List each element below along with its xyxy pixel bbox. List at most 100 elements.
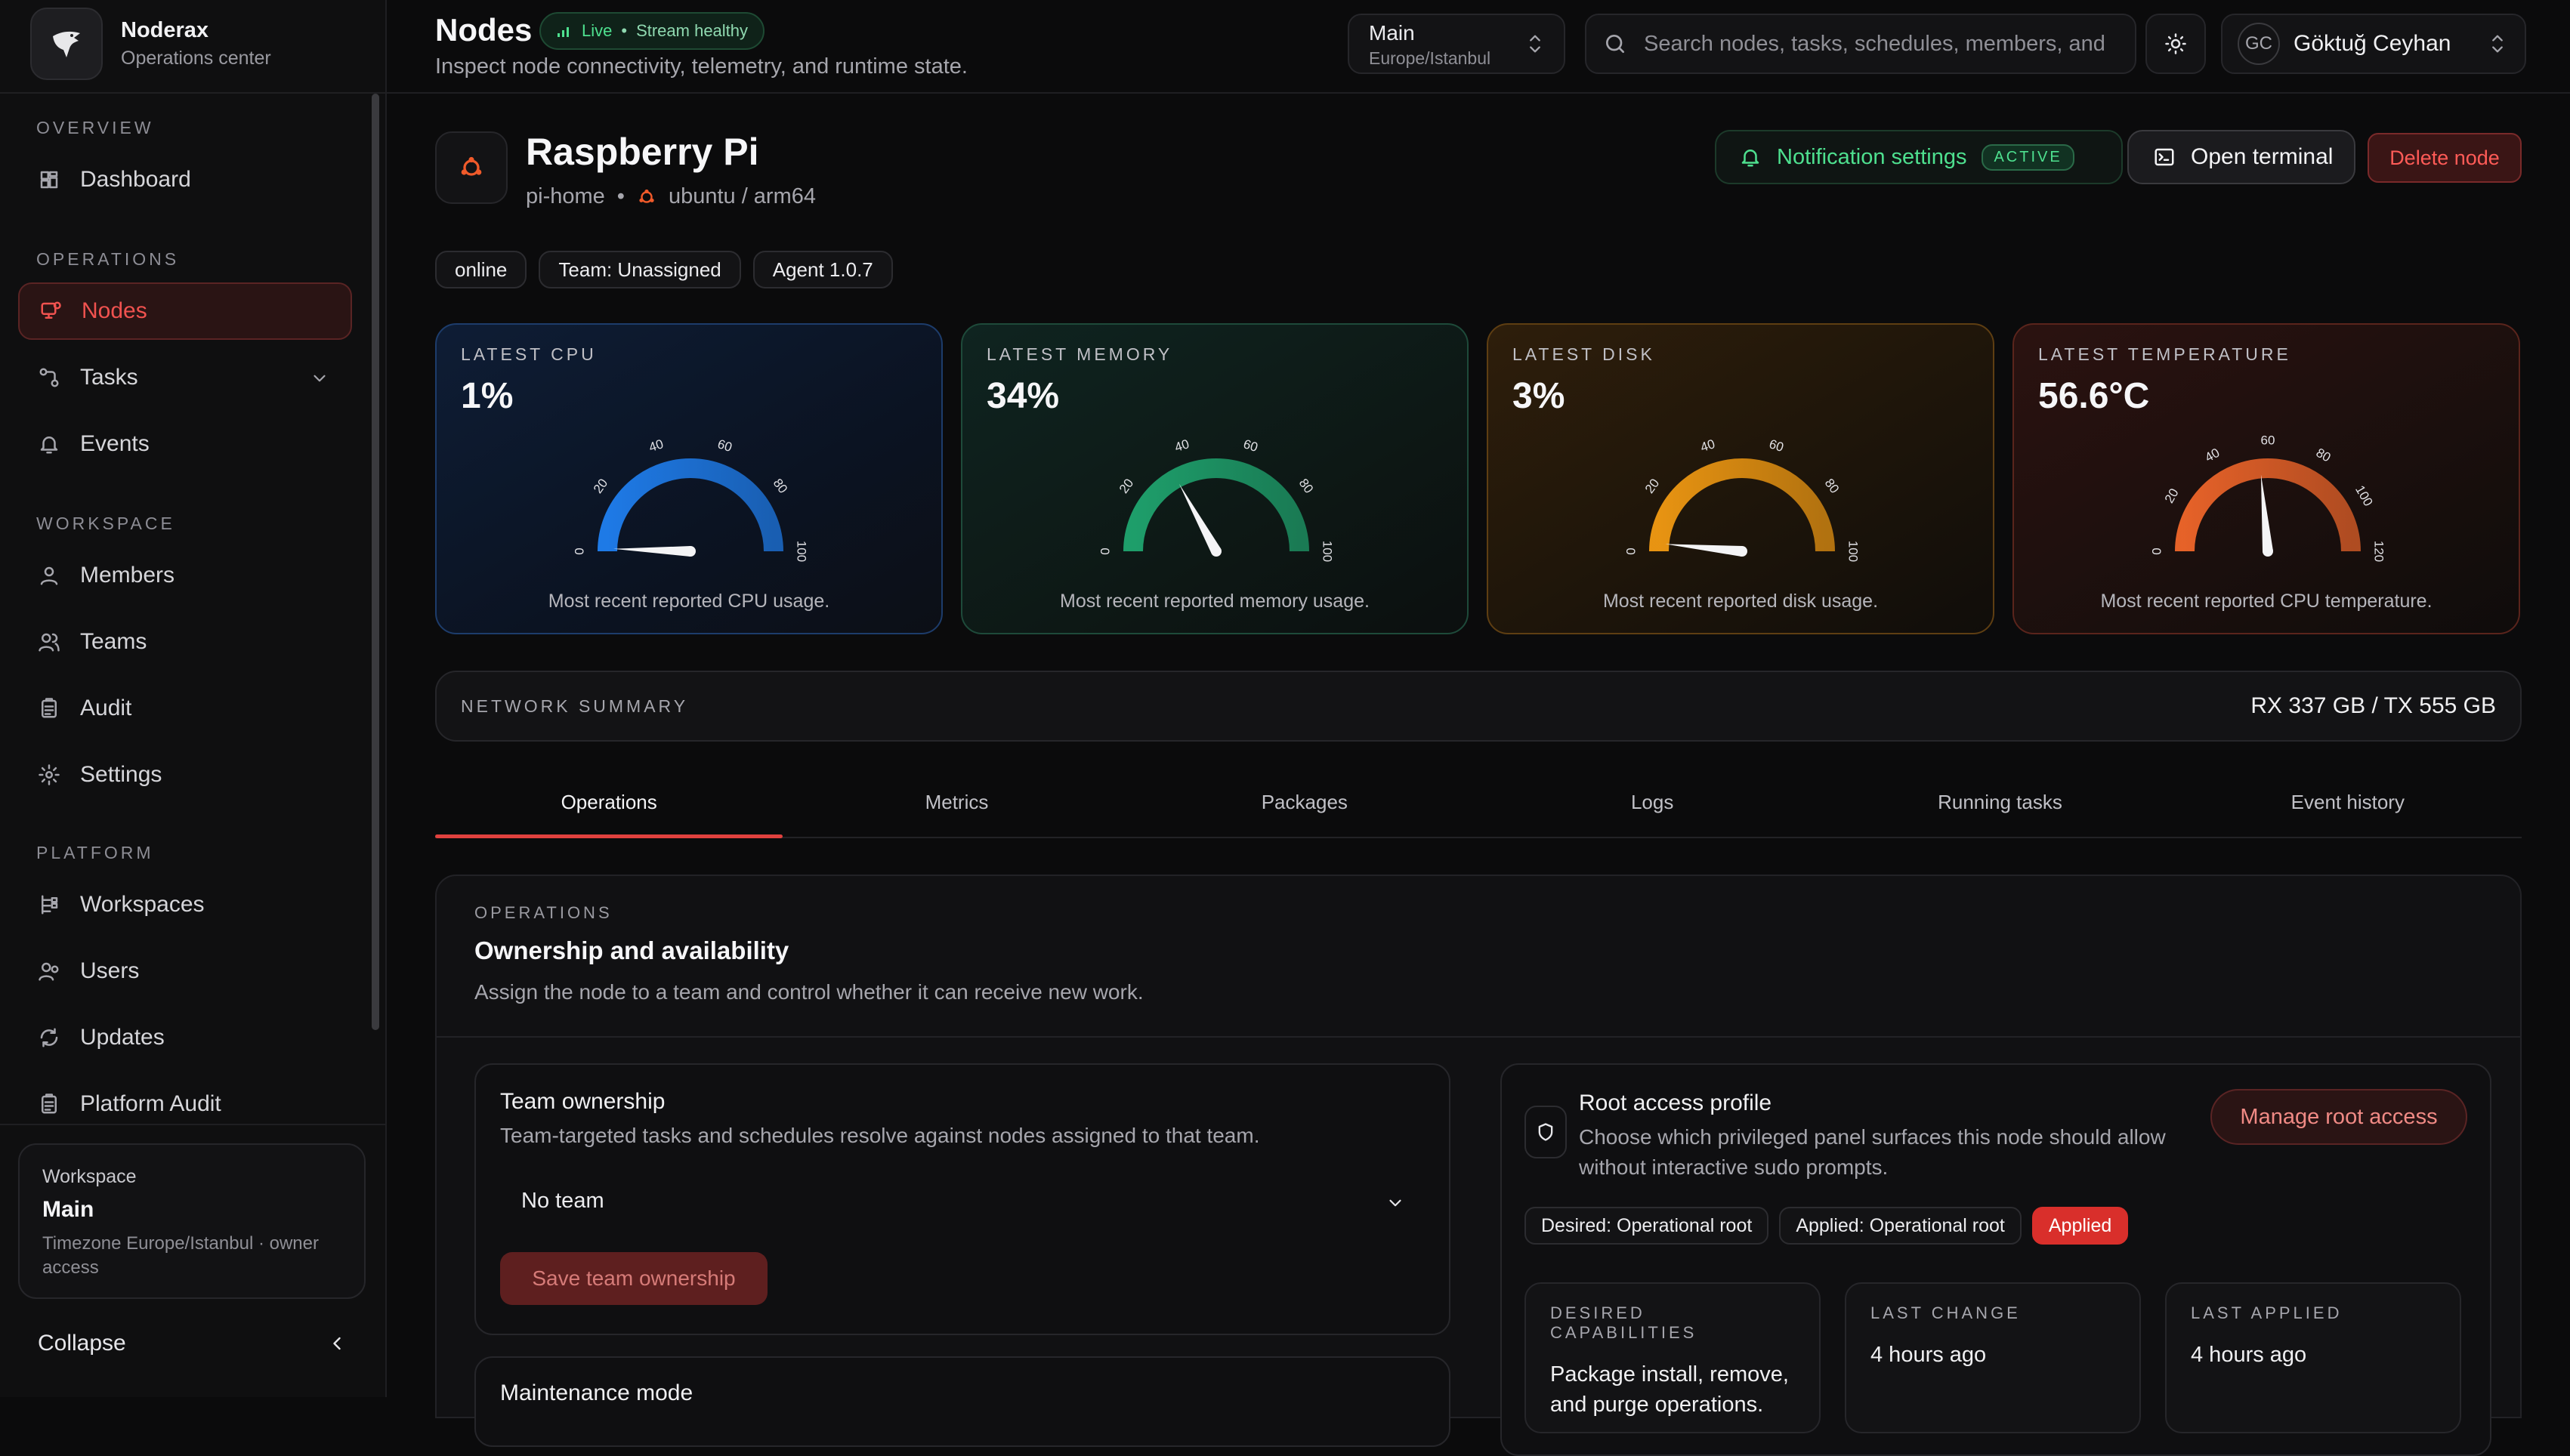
gauge-tick-label: 60 [1241, 436, 1259, 455]
gear-icon [39, 764, 60, 785]
divider [437, 1036, 2520, 1038]
sidebar-item-label: Workspaces [80, 892, 205, 917]
main-content: Raspberry Pi pi-home • ubuntu / arm64 No… [387, 95, 2570, 1456]
bell-icon [40, 436, 58, 454]
status-badge: ACTIVE [1982, 143, 2074, 171]
open-terminal-label: Open terminal [2191, 144, 2334, 169]
workspace-card[interactable]: Workspace Main Timezone Europe/Istanbul … [18, 1143, 366, 1299]
gauge-needle [2260, 474, 2273, 552]
metric-card-temperature: LATEST TEMPERATURE 56.6°C 0 20 40 60 80 100 12… [2012, 323, 2520, 634]
gauge-tick-label: 20 [1642, 476, 1662, 495]
team-select[interactable]: No team [500, 1174, 1428, 1228]
chevron-up-down-icon [2492, 35, 2503, 53]
nodes-icon [41, 301, 61, 319]
save-team-ownership-button[interactable]: Save team ownership [500, 1252, 768, 1305]
sidebar-item-label: Audit [80, 696, 132, 720]
sidebar-item-teams[interactable]: Teams [18, 613, 352, 671]
gauge-tick-label: 80 [2314, 446, 2334, 465]
search-input[interactable] [1644, 31, 2112, 57]
shield-icon [1524, 1106, 1567, 1158]
sidebar: Noderax Operations center OVERVIEW Dashb… [0, 0, 387, 1397]
status-badge: Applied [2031, 1207, 2129, 1245]
gauge-tick-label: 100 [1846, 541, 1861, 562]
sidebar-item-nodes[interactable]: Nodes [18, 282, 352, 340]
sidebar-item-events[interactable]: Events [18, 415, 352, 473]
gauge-tick-label: 60 [1767, 436, 1785, 455]
search-box[interactable] [1585, 14, 2136, 74]
temperature-gauge: 0 20 40 60 80 100 120 [2149, 433, 2386, 562]
gauge-hub [1211, 546, 1222, 557]
sidebar-item-label: Platform Audit [80, 1091, 221, 1116]
node-subtitle: pi-home • ubuntu / arm64 [526, 184, 816, 209]
workspace-select[interactable]: Main Europe/Istanbul [1348, 14, 1565, 74]
tab-logs[interactable]: Logs [1478, 767, 1826, 837]
live-status-badge: Live • Stream healthy [539, 12, 765, 50]
workspace-select-name: Main [1369, 21, 1415, 45]
gauge-tick-label: 80 [1296, 476, 1316, 495]
metric-value: 34% [987, 376, 1060, 416]
team-chip: Team: Unassigned [539, 251, 741, 288]
tab-packages[interactable]: Packages [1131, 767, 1478, 837]
open-terminal-button[interactable]: Open terminal [2127, 130, 2355, 184]
ubuntu-icon [639, 189, 654, 203]
brand[interactable]: Noderax Operations center [30, 8, 271, 80]
gauge-needle [1178, 483, 1222, 554]
gauge-hub [1737, 546, 1747, 557]
root-access-title: Root access profile [1579, 1090, 1772, 1115]
notification-settings-label: Notification settings [1777, 144, 1967, 169]
disk-gauge: 0 20 40 60 80 100 [1623, 436, 1861, 562]
manage-root-access-button[interactable]: Manage root access [2210, 1089, 2467, 1145]
card-value: 4 hours ago [1870, 1343, 1987, 1367]
network-summary: NETWORK SUMMARY RX 337 GB / TX 555 GB [435, 671, 2522, 742]
user-group-icon [39, 962, 59, 981]
workspace-card-name: Main [42, 1197, 94, 1222]
gauge-tick-label: 0 [1098, 548, 1112, 554]
sidebar-item-tasks[interactable]: Tasks [18, 349, 352, 406]
sidebar-item-audit[interactable]: Audit [18, 680, 352, 737]
bullet-icon: • [621, 21, 628, 40]
sidebar-item-updates[interactable]: Updates [18, 1009, 352, 1066]
card-value: Package install, remove, and purge opera… [1550, 1362, 1789, 1417]
chevron-up-down-icon [1530, 35, 1540, 53]
tab-event-history[interactable]: Event history [2174, 767, 2522, 837]
collapse-button[interactable]: Collapse [38, 1331, 348, 1356]
delete-node-button[interactable]: Delete node [2368, 133, 2522, 183]
gauge-tick-label: 100 [2352, 483, 2376, 508]
sidebar-item-workspaces[interactable]: Workspaces [18, 876, 352, 933]
divider [0, 1124, 385, 1125]
tasks-icon [39, 368, 59, 387]
sidebar-item-members[interactable]: Members [18, 547, 352, 604]
sidebar-item-label: Teams [80, 629, 147, 654]
live-label: Live [582, 21, 613, 40]
tab-metrics[interactable]: Metrics [783, 767, 1130, 837]
metric-label: LATEST MEMORY [987, 344, 1173, 364]
card-key: LAST CHANGE [1870, 1303, 2021, 1322]
root-access-description: Choose which privileged panel surfaces t… [1579, 1125, 2166, 1179]
top-header: Nodes Live • Stream healthy Inspect node… [387, 0, 2570, 94]
sidebar-item-dashboard[interactable]: Dashboard [18, 151, 352, 208]
cpu-gauge: 0 20 40 60 80 100 [572, 436, 809, 562]
tab-operations[interactable]: Operations [435, 767, 783, 838]
bell-icon [1741, 150, 1759, 167]
sidebar-item-label: Nodes [82, 298, 147, 323]
sidebar-item-settings[interactable]: Settings [18, 746, 352, 804]
gauge-tick-label: 40 [1173, 436, 1191, 455]
panel-description: Assign the node to a team and control wh… [474, 980, 1144, 1004]
theme-toggle-button[interactable] [2145, 14, 2206, 74]
sidebar-item-label: Users [80, 958, 140, 983]
sidebar-item-label: Members [80, 563, 175, 588]
brand-name: Noderax [121, 18, 209, 42]
gauge-tick-label: 120 [2372, 541, 2386, 562]
sun-icon [2165, 33, 2186, 54]
user-menu[interactable]: GC Göktuğ Ceyhan [2221, 14, 2526, 74]
metric-value: 3% [1512, 376, 1565, 416]
sidebar-scrollbar[interactable] [372, 94, 379, 1030]
notification-settings-button[interactable]: Notification settings ACTIVE [1715, 130, 2123, 184]
eagle-logo-icon [30, 8, 103, 80]
chevron-down-icon[interactable] [310, 369, 329, 388]
gauge-arc [1123, 458, 1309, 552]
gauge-hub [2263, 546, 2273, 557]
gauge-tick-label: 100 [795, 541, 809, 562]
sidebar-item-users[interactable]: Users [18, 942, 352, 1000]
tab-running-tasks[interactable]: Running tasks [1826, 767, 2173, 837]
